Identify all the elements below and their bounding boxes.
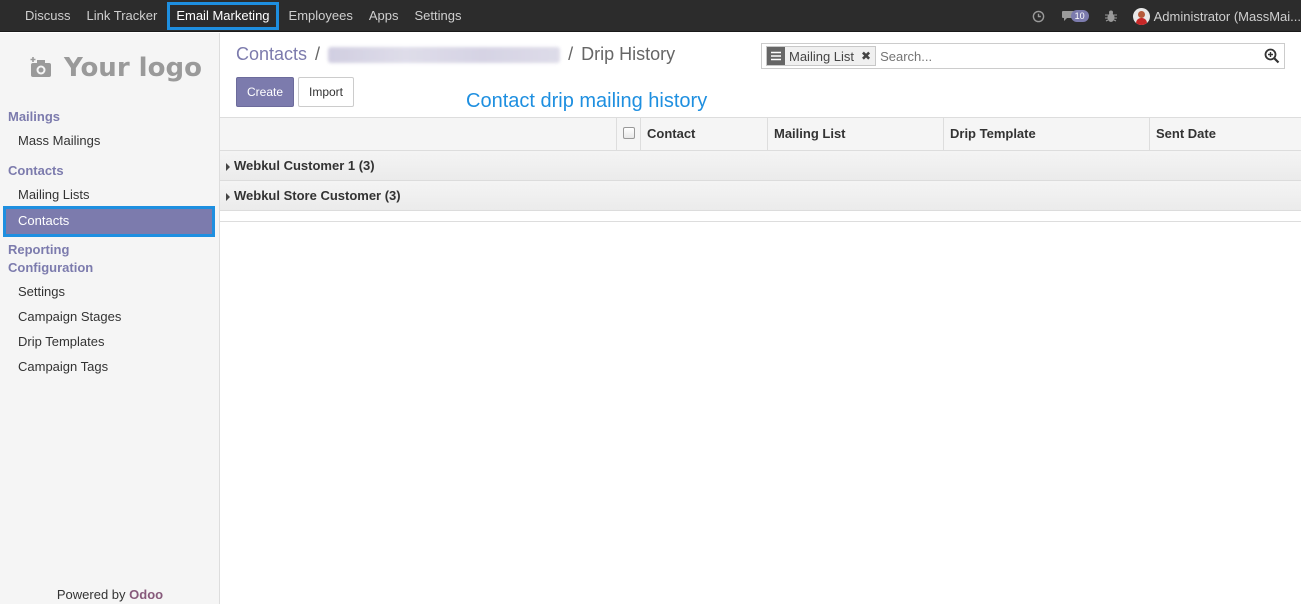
group-row[interactable]: Webkul Customer 1 (3) bbox=[220, 151, 1301, 181]
heading-configuration[interactable]: Configuration bbox=[8, 260, 93, 275]
search-bar: Mailing List ✖ bbox=[761, 43, 1285, 69]
caret-right-icon bbox=[226, 193, 230, 201]
sidebar: Your logo Mailings Mass Mailings Contact… bbox=[0, 33, 220, 604]
breadcrumb-current: Drip History bbox=[581, 44, 676, 64]
facet-label: Mailing List bbox=[789, 48, 855, 64]
select-all-cell bbox=[616, 118, 640, 151]
menu-email-marketing[interactable]: Email Marketing bbox=[167, 2, 279, 30]
odoo-link[interactable]: Odoo bbox=[129, 587, 163, 602]
messages-icon[interactable]: 10 bbox=[1061, 10, 1089, 22]
user-menu[interactable]: Administrator (MassMai... bbox=[1132, 7, 1301, 25]
select-all-checkbox[interactable] bbox=[623, 127, 635, 139]
column-contact[interactable]: Contact bbox=[640, 118, 767, 151]
create-button[interactable]: Create bbox=[236, 77, 294, 107]
annotation-label: Contact drip mailing history bbox=[466, 90, 708, 112]
bug-icon[interactable] bbox=[1104, 10, 1117, 23]
caret-right-icon bbox=[226, 163, 230, 171]
import-button[interactable]: Import bbox=[298, 77, 354, 107]
breadcrumb-separator: / bbox=[315, 44, 321, 64]
logo-text: Your logo bbox=[64, 53, 202, 83]
sidebar-item-drip-templates[interactable]: Drip Templates bbox=[18, 334, 104, 349]
top-navbar: Discuss Link Tracker Email Marketing Emp… bbox=[0, 0, 1301, 32]
menu-settings[interactable]: Settings bbox=[406, 0, 469, 32]
column-mailing-list[interactable]: Mailing List bbox=[767, 118, 943, 151]
systray: 10 Administrator (MassMai... bbox=[1032, 0, 1301, 32]
search-facet: Mailing List ✖ bbox=[766, 46, 877, 66]
heading-mailings[interactable]: Mailings bbox=[8, 109, 60, 124]
breadcrumb-separator: / bbox=[568, 44, 574, 64]
avatar bbox=[1132, 7, 1150, 25]
table-header: Contact Mailing List Drip Template Sent … bbox=[220, 117, 1301, 151]
sidebar-item-campaign-tags[interactable]: Campaign Tags bbox=[18, 359, 108, 374]
powered-by: Powered by Odoo bbox=[0, 587, 220, 602]
search-input[interactable] bbox=[880, 45, 1284, 67]
menu-discuss[interactable]: Discuss bbox=[17, 0, 79, 32]
group-label: Webkul Store Customer (3) bbox=[234, 188, 401, 203]
heading-contacts[interactable]: Contacts bbox=[8, 163, 64, 178]
breadcrumb-contacts[interactable]: Contacts bbox=[236, 44, 307, 65]
user-name: Administrator (MassMai... bbox=[1153, 8, 1301, 24]
app-menu: Discuss Link Tracker Email Marketing Emp… bbox=[17, 0, 469, 32]
main-content: Contacts / / Drip History Mailing List ✖… bbox=[220, 33, 1301, 604]
breadcrumb-blurred-record[interactable] bbox=[328, 46, 561, 63]
messages-count: 10 bbox=[1070, 10, 1089, 22]
remove-facet-icon[interactable]: ✖ bbox=[857, 49, 875, 63]
group-row[interactable]: Webkul Store Customer (3) bbox=[220, 181, 1301, 211]
heading-reporting[interactable]: Reporting bbox=[8, 242, 69, 257]
column-sent-date[interactable]: Sent Date bbox=[1149, 118, 1301, 151]
powered-by-text: Powered by bbox=[56, 587, 126, 602]
breadcrumb: Contacts / / Drip History bbox=[236, 44, 675, 65]
sidebar-item-campaign-stages[interactable]: Campaign Stages bbox=[18, 309, 121, 324]
menu-link-tracker[interactable]: Link Tracker bbox=[79, 0, 166, 32]
list-table: Contact Mailing List Drip Template Sent … bbox=[220, 117, 1301, 222]
sidebar-item-mailing-lists[interactable]: Mailing Lists bbox=[18, 187, 90, 202]
camera-icon bbox=[30, 57, 51, 77]
company-logo: Your logo bbox=[30, 53, 202, 83]
table-footer bbox=[220, 211, 1301, 222]
sidebar-item-mass-mailings[interactable]: Mass Mailings bbox=[18, 133, 100, 148]
menu-employees[interactable]: Employees bbox=[281, 0, 361, 32]
search-options-icon[interactable] bbox=[1264, 48, 1280, 67]
group-label: Webkul Customer 1 (3) bbox=[234, 158, 375, 173]
clock-icon[interactable] bbox=[1032, 10, 1045, 23]
list-icon bbox=[767, 47, 785, 65]
sidebar-item-contacts[interactable]: Contacts bbox=[3, 206, 215, 237]
column-drip-template[interactable]: Drip Template bbox=[943, 118, 1149, 151]
sidebar-item-contacts-label: Contacts bbox=[18, 213, 70, 228]
menu-apps[interactable]: Apps bbox=[361, 0, 407, 32]
sidebar-item-settings[interactable]: Settings bbox=[18, 284, 65, 299]
